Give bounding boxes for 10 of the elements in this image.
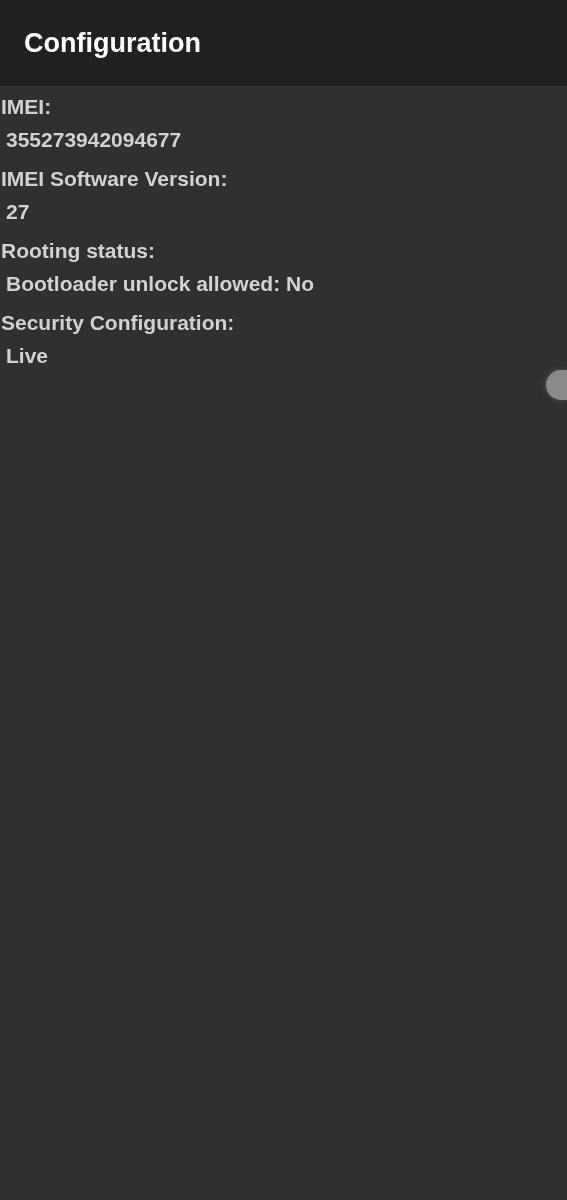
screen-title: Configuration: [24, 27, 201, 59]
field-label: Rooting status:: [0, 238, 155, 264]
field-value: 355273942094677: [5, 127, 182, 153]
field-label: IMEI:: [0, 94, 52, 120]
field-value: Live: [5, 343, 49, 369]
field-value: Bootloader unlock allowed: No: [5, 271, 315, 297]
field-label: IMEI Software Version:: [0, 166, 228, 192]
field-value: 27: [5, 199, 30, 225]
scroll-handle[interactable]: [546, 370, 567, 400]
field-label: Security Configuration:: [0, 310, 235, 336]
